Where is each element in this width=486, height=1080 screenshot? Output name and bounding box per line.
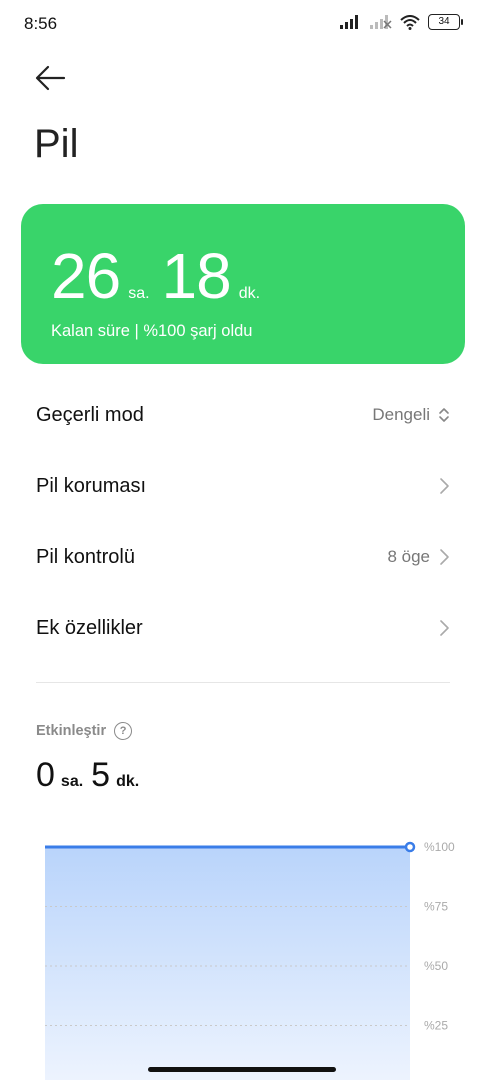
usage-header: Etkinleştir ?: [36, 722, 133, 740]
status-time: 8:56: [24, 14, 58, 33]
signal-icon: [340, 15, 358, 29]
usage-time: 0 sa. 5 dk.: [36, 756, 147, 795]
remaining-subtitle: Kalan süre | %100 şarj oldu: [51, 322, 253, 340]
current-mode-row[interactable]: Geçerli mod Dengeli: [36, 395, 450, 435]
up-down-icon: [439, 408, 449, 422]
usage-hours: 0: [36, 756, 55, 794]
current-mode-value: Dengeli: [372, 405, 430, 424]
battery-control-count: 8 öge: [387, 547, 430, 566]
battery-area: [45, 847, 410, 1080]
row-label: Ek özellikler: [36, 616, 143, 639]
row-label: Geçerli mod: [36, 403, 144, 426]
remaining-minutes: 18: [161, 240, 232, 312]
usage-minutes: 5: [91, 756, 111, 794]
page-title: Pil: [34, 122, 79, 166]
remaining-time: 26 sa. 18 dk.: [51, 244, 272, 308]
back-arrow-icon[interactable]: [34, 62, 68, 94]
y-tick-label: %75: [424, 900, 448, 914]
y-tick-label: %25: [424, 1019, 448, 1033]
battery-icon: 34: [428, 14, 463, 30]
status-bar: 8:56 34: [0, 0, 486, 48]
divider: [36, 682, 450, 683]
usage-label: Etkinleştir: [36, 723, 107, 739]
battery-protection-row[interactable]: Pil koruması: [36, 466, 450, 506]
current-level-point: [404, 841, 416, 853]
no-signal-icon: [370, 15, 392, 29]
row-label: Pil koruması: [36, 474, 147, 497]
help-icon[interactable]: ?: [114, 722, 133, 740]
battery-level-chart: %100%75%50%25%0: [45, 840, 455, 1080]
home-indicator[interactable]: [148, 1067, 336, 1072]
minutes-unit: dk.: [238, 285, 261, 302]
additional-features-row[interactable]: Ek özellikler: [36, 608, 450, 648]
battery-summary-card: 26 sa. 18 dk. Kalan süre | %100 şarj old…: [21, 204, 465, 364]
chevron-right-icon: [440, 620, 449, 636]
y-tick-label: %50: [424, 959, 448, 973]
battery-control-row[interactable]: Pil kontrolü 8 öge: [36, 537, 450, 577]
y-tick-label: %100: [424, 840, 455, 854]
usage-minutes-unit: dk.: [116, 773, 140, 790]
usage-hours-unit: sa.: [60, 773, 84, 790]
row-label: Pil kontrolü: [36, 545, 135, 568]
wifi-icon: [400, 14, 420, 30]
hours-unit: sa.: [128, 285, 150, 302]
status-icons: 34: [340, 14, 463, 30]
chevron-right-icon: [440, 478, 449, 494]
chevron-right-icon: [440, 549, 449, 565]
remaining-hours: 26: [51, 240, 121, 312]
